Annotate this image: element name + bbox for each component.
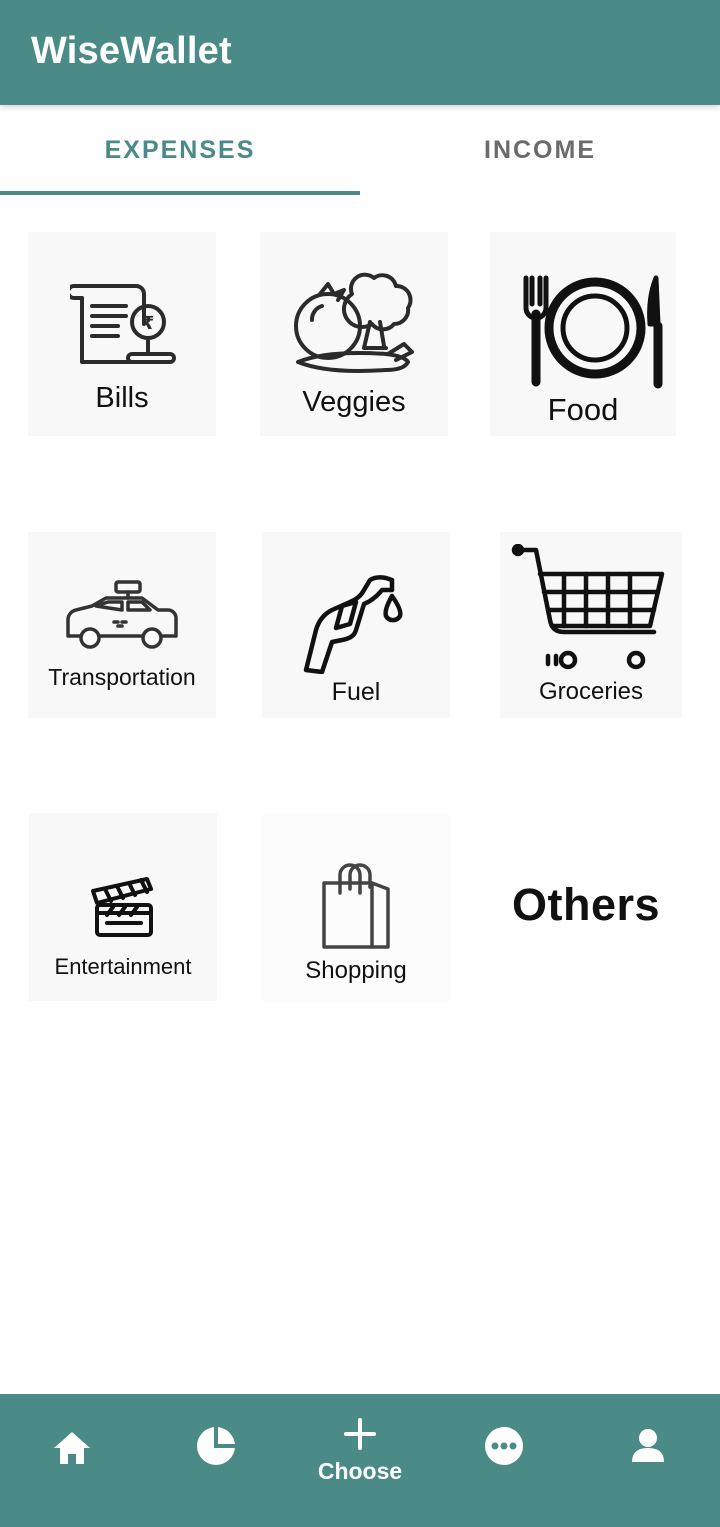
- category-transportation[interactable]: Transportation: [28, 532, 216, 718]
- tab-income[interactable]: INCOME: [360, 105, 720, 195]
- category-label-food: Food: [547, 392, 619, 427]
- category-label-groceries: Groceries: [538, 678, 644, 705]
- more-horizontal-icon: [485, 1427, 523, 1465]
- app-title: WiseWallet: [31, 30, 232, 72]
- taxi-car-icon: [66, 580, 178, 649]
- category-fuel[interactable]: Fuel: [262, 532, 450, 718]
- category-label-fuel: Fuel: [331, 678, 381, 706]
- category-groceries[interactable]: Groceries: [500, 532, 682, 718]
- nav-stats[interactable]: [192, 1422, 240, 1470]
- nav-choose-label: Choose: [317, 1458, 403, 1484]
- category-food[interactable]: Food: [490, 232, 676, 436]
- category-shopping[interactable]: Shopping: [262, 815, 450, 1001]
- fuel-nozzle-icon: [303, 575, 403, 674]
- category-others[interactable]: Others: [492, 815, 680, 1001]
- svg-text:₹: ₹: [142, 313, 155, 334]
- category-entertainment[interactable]: Entertainment: [29, 813, 217, 1001]
- plus-icon: [344, 1418, 376, 1450]
- vegetables-icon: [294, 272, 414, 373]
- nav-home[interactable]: [48, 1424, 96, 1472]
- home-icon: [54, 1432, 90, 1464]
- category-label-entertainment: Entertainment: [54, 954, 192, 979]
- app-bar: WiseWallet: [0, 0, 720, 105]
- nav-more[interactable]: [480, 1422, 528, 1470]
- category-label-transportation: Transportation: [48, 664, 196, 690]
- clapperboard-icon: [91, 877, 153, 937]
- category-label-shopping: Shopping: [305, 957, 407, 984]
- tab-expenses[interactable]: EXPENSES: [0, 105, 360, 195]
- category-bills[interactable]: ₹ Bills: [28, 232, 216, 436]
- shopping-bag-icon: [322, 863, 390, 949]
- nav-choose-button[interactable]: [336, 1414, 384, 1454]
- category-veggies[interactable]: Veggies: [260, 232, 448, 436]
- nav-profile[interactable]: [624, 1422, 672, 1470]
- pie-chart-icon: [197, 1427, 235, 1465]
- category-label-others: Others: [511, 879, 661, 930]
- bill-receipt-icon: ₹: [70, 284, 176, 364]
- active-tab-indicator: [0, 191, 360, 195]
- tab-bar: EXPENSES INCOME: [0, 105, 720, 195]
- shopping-cart-icon: [511, 544, 665, 670]
- category-label-veggies: Veggies: [302, 386, 406, 418]
- category-label-bills: Bills: [95, 382, 149, 414]
- plate-fork-knife-icon: [523, 275, 663, 389]
- person-icon: [632, 1429, 664, 1462]
